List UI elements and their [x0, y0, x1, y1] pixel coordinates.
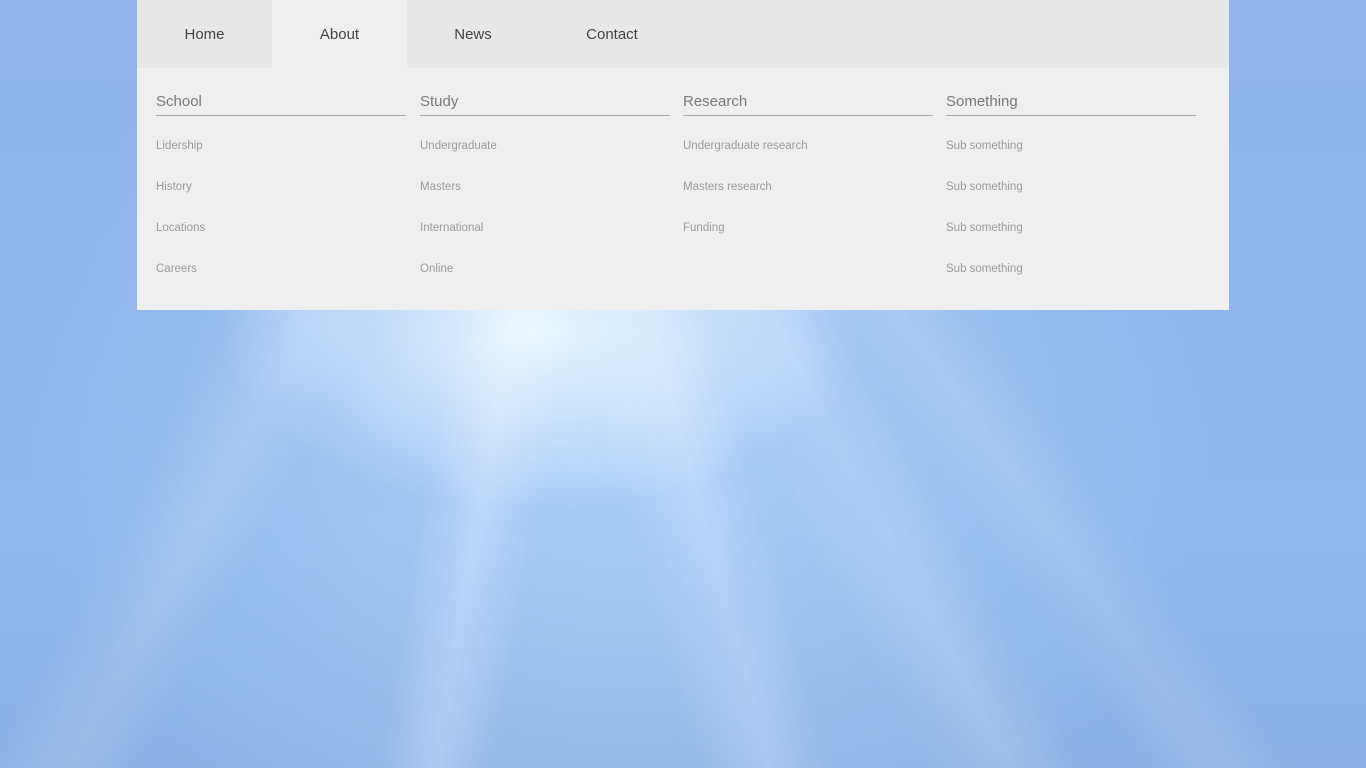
nav-tab-news[interactable]: News	[407, 0, 539, 68]
top-nav-bar: Home About News Contact	[137, 0, 1229, 68]
menu-heading-study: Study	[420, 92, 670, 116]
menu-list-something: Sub something Sub something Sub somethin…	[946, 138, 1196, 302]
menu-column-school: School Lidership History Locations Caree…	[156, 68, 406, 302]
menu-heading-research: Research	[683, 92, 933, 116]
menu-column-study: Study Undergraduate Masters Internationa…	[420, 68, 670, 302]
menu-item-international[interactable]: International	[420, 220, 670, 261]
menu-item-funding[interactable]: Funding	[683, 220, 933, 261]
menu-list-study: Undergraduate Masters International Onli…	[420, 138, 670, 302]
menu-column-something: Something Sub something Sub something Su…	[946, 68, 1196, 302]
menu-heading-school: School	[156, 92, 406, 116]
nav-tab-home[interactable]: Home	[137, 0, 272, 68]
menu-item-masters[interactable]: Masters	[420, 179, 670, 220]
nav-tab-about[interactable]: About	[272, 0, 407, 68]
menu-item-history[interactable]: History	[156, 179, 406, 220]
menu-item-sub-something[interactable]: Sub something	[946, 138, 1196, 179]
menu-item-masters-research[interactable]: Masters research	[683, 179, 933, 220]
menu-item-locations[interactable]: Locations	[156, 220, 406, 261]
menu-heading-something: Something	[946, 92, 1196, 116]
menu-list-school: Lidership History Locations Careers	[156, 138, 406, 302]
about-mega-menu: School Lidership History Locations Caree…	[137, 68, 1229, 310]
nav-tab-contact[interactable]: Contact	[539, 0, 685, 68]
menu-item-undergraduate[interactable]: Undergraduate	[420, 138, 670, 179]
menu-item-undergraduate-research[interactable]: Undergraduate research	[683, 138, 933, 179]
menu-list-research: Undergraduate research Masters research …	[683, 138, 933, 261]
menu-item-sub-something[interactable]: Sub something	[946, 179, 1196, 220]
menu-item-sub-something[interactable]: Sub something	[946, 261, 1196, 302]
menu-column-research: Research Undergraduate research Masters …	[683, 68, 933, 261]
menu-item-lidership[interactable]: Lidership	[156, 138, 406, 179]
menu-item-online[interactable]: Online	[420, 261, 670, 302]
navigation: Home About News Contact School Lidership…	[137, 0, 1229, 310]
menu-item-sub-something[interactable]: Sub something	[946, 220, 1196, 261]
menu-item-careers[interactable]: Careers	[156, 261, 406, 302]
